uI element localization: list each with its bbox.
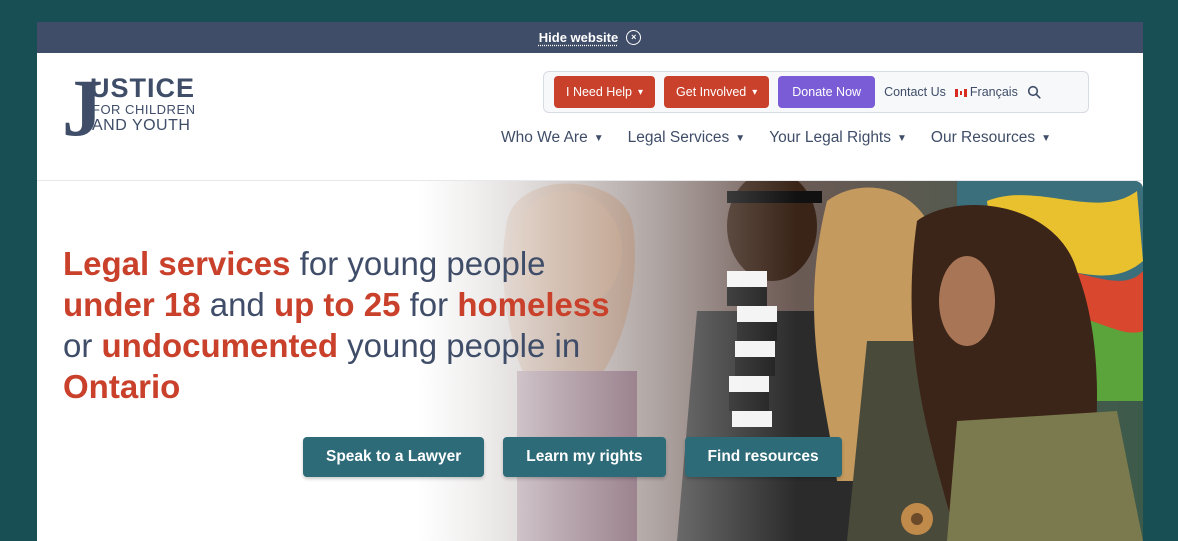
hide-website-bar: Hide website × xyxy=(37,22,1143,53)
chevron-down-icon: ▼ xyxy=(897,132,907,144)
browser-viewport: Hide website × J USTICE FOR CHILDREN AND… xyxy=(37,22,1143,541)
hero-section: Legal services for young people under 18… xyxy=(37,181,1143,541)
close-circle-icon[interactable]: × xyxy=(626,30,642,45)
speak-to-lawyer-button[interactable]: Speak to a Lawyer xyxy=(303,437,485,477)
chevron-down-icon: ▼ xyxy=(735,132,746,144)
learn-my-rights-button[interactable]: Learn my rights xyxy=(503,437,666,477)
search-icon[interactable] xyxy=(1027,85,1041,99)
i-need-help-button[interactable]: I Need Help ▾ xyxy=(554,76,656,108)
nav-who-we-are-label: Who We Are xyxy=(501,129,588,146)
logo-and-youth-text: AND YOUTH xyxy=(92,117,191,134)
language-label: Français xyxy=(969,85,1018,99)
site-logo[interactable]: J USTICE FOR CHILDREN AND YOUTH xyxy=(62,67,232,149)
logo-justice-text: USTICE xyxy=(90,73,196,103)
nav-your-legal-rights[interactable]: Your Legal Rights ▼ xyxy=(769,129,907,147)
donate-now-button[interactable]: Donate Now xyxy=(778,76,876,108)
i-need-help-label: I Need Help xyxy=(566,85,633,99)
nav-your-legal-rights-label: Your Legal Rights xyxy=(769,129,891,146)
site-header: J USTICE FOR CHILDREN AND YOUTH I Need H… xyxy=(37,53,1143,181)
chevron-down-icon: ▼ xyxy=(593,132,604,144)
chevron-down-icon: ▾ xyxy=(638,86,644,98)
hero-cta-row: Speak to a Lawyer Learn my rights Find r… xyxy=(303,437,842,477)
contact-us-link[interactable]: Contact Us xyxy=(884,85,946,99)
logo-for-children-text: FOR CHILDREN xyxy=(92,102,196,117)
get-involved-label: Get Involved xyxy=(676,85,747,99)
utility-bar: I Need Help ▾ Get Involved ▾ Donate Now … xyxy=(543,71,1089,113)
nav-legal-services-label: Legal Services xyxy=(627,129,730,146)
hero-headline: Legal services for young people under 18… xyxy=(63,245,610,405)
main-navigation: Who We Are ▼ Legal Services ▼ Your Legal… xyxy=(501,129,1051,147)
canada-flag-icon xyxy=(954,88,967,97)
get-involved-button[interactable]: Get Involved ▾ xyxy=(664,76,770,108)
nav-who-we-are[interactable]: Who We Are ▼ xyxy=(501,129,604,147)
chevron-down-icon: ▾ xyxy=(752,86,758,98)
nav-our-resources-label: Our Resources xyxy=(930,129,1036,146)
hide-website-link[interactable]: Hide website xyxy=(539,30,618,45)
nav-our-resources[interactable]: Our Resources ▼ xyxy=(931,129,1051,147)
donate-now-label: Donate Now xyxy=(792,85,862,99)
chevron-down-icon: ▼ xyxy=(1041,132,1052,144)
language-toggle-link[interactable]: Français xyxy=(954,85,1018,99)
screenshot-frame: Hide website × J USTICE FOR CHILDREN AND… xyxy=(4,6,1174,541)
find-resources-button[interactable]: Find resources xyxy=(684,437,842,477)
nav-legal-services[interactable]: Legal Services ▼ xyxy=(628,129,746,147)
